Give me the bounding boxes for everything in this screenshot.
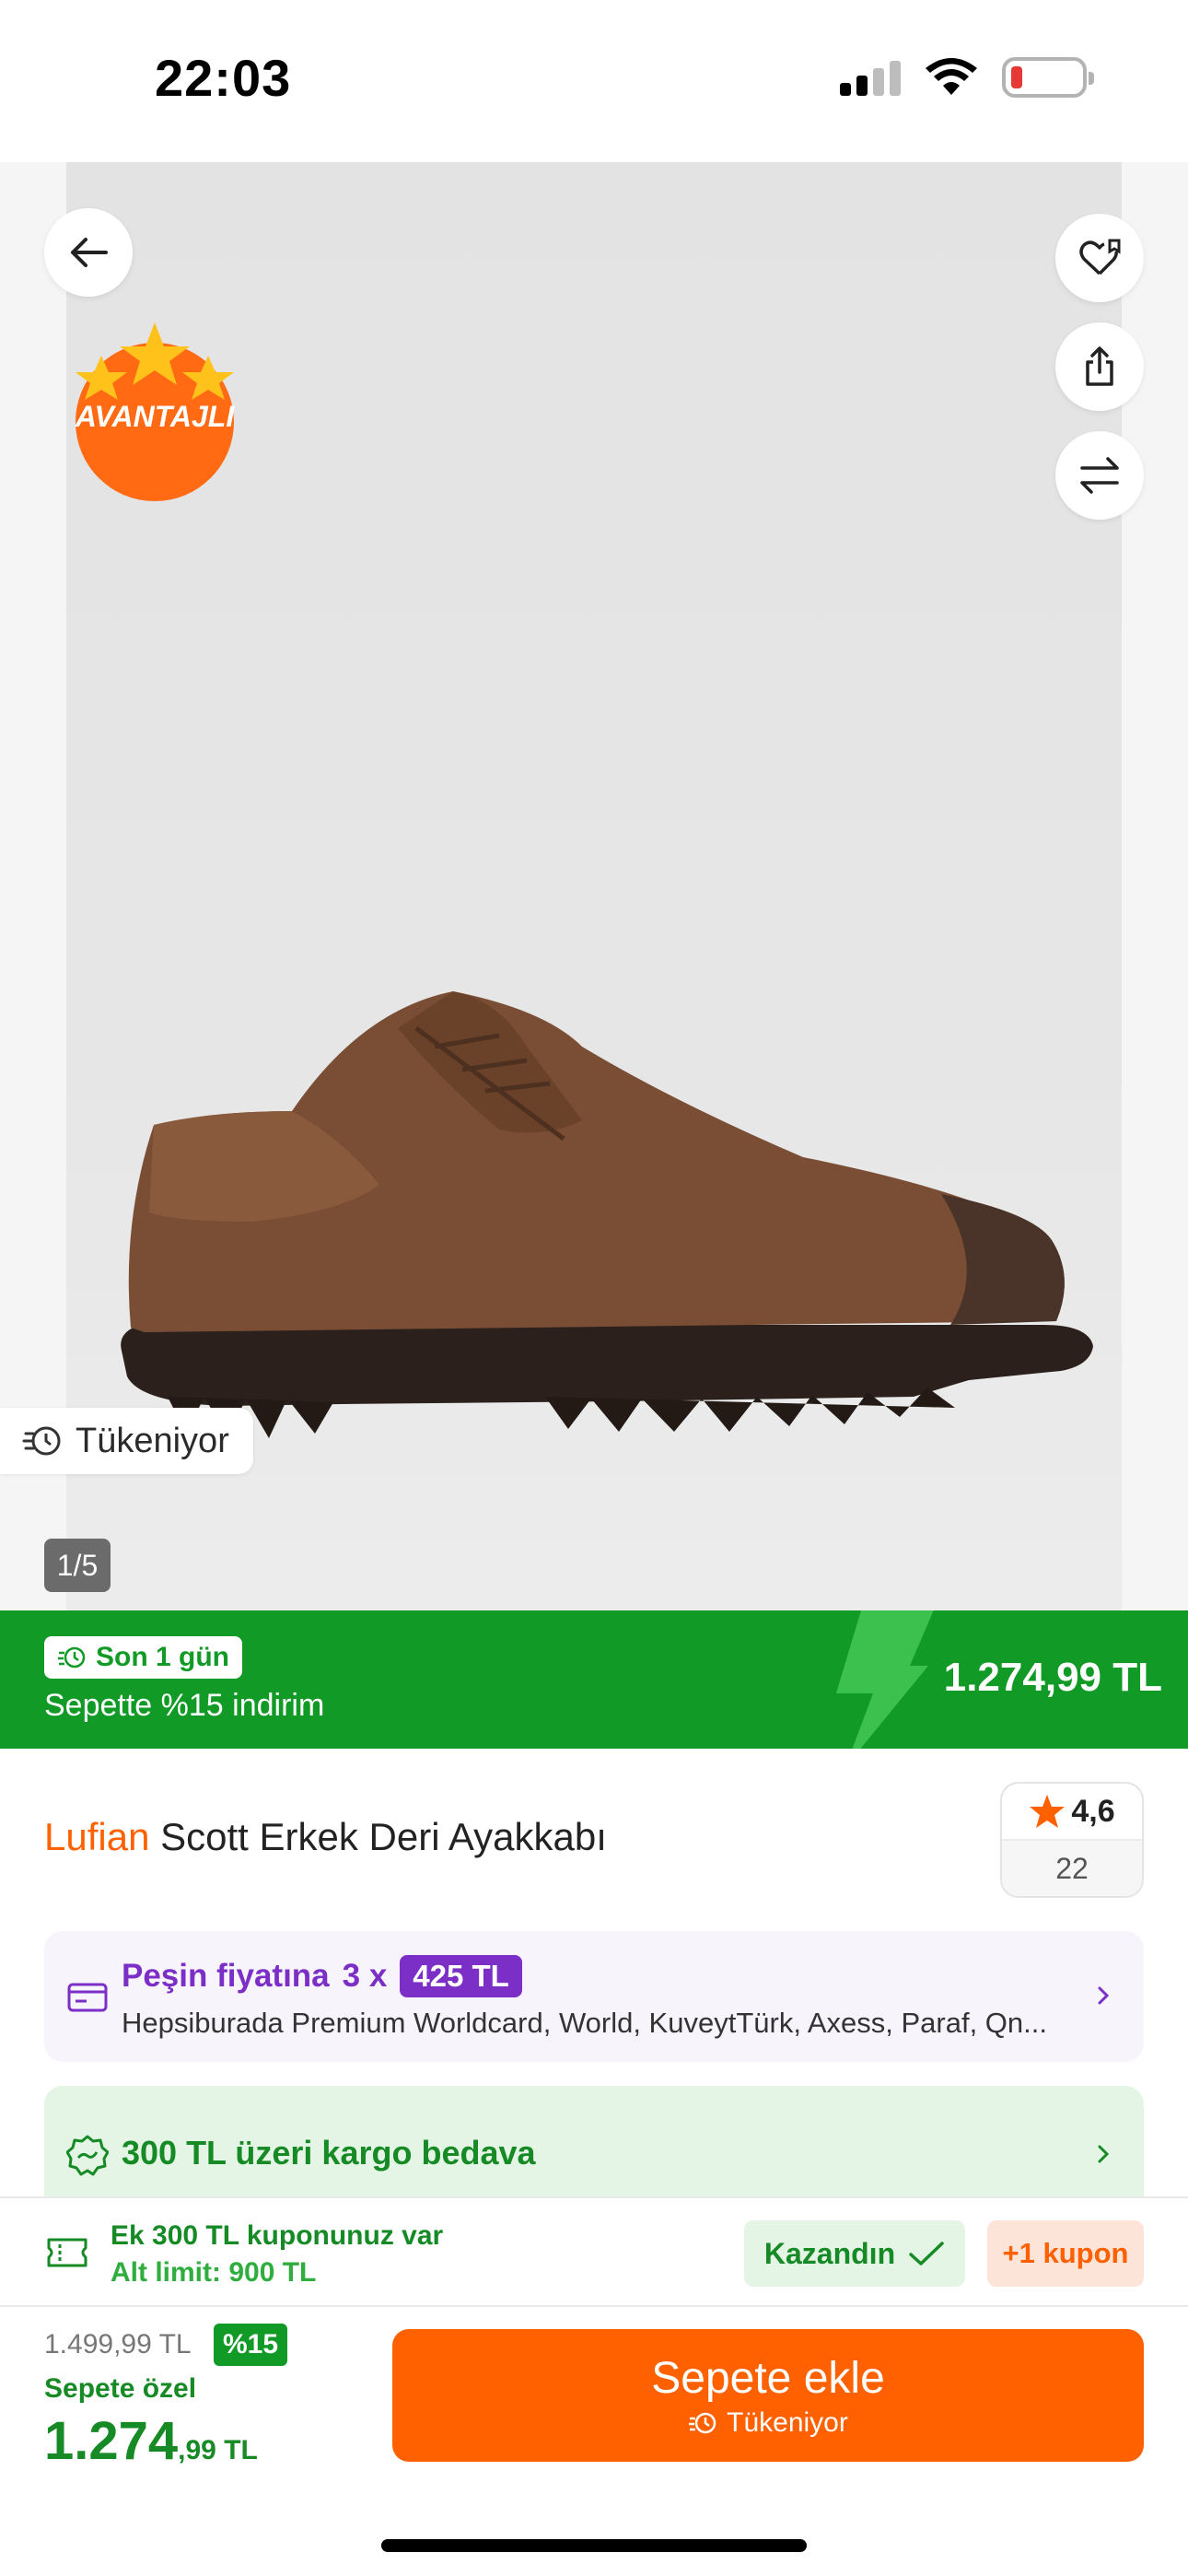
final-price-decimal: ,99 TL — [178, 2435, 258, 2465]
product-brand[interactable]: Lufian — [44, 1815, 149, 1858]
installment-multiplier: 3 x — [342, 1958, 388, 1994]
back-arrow-icon — [71, 238, 108, 267]
promo-subtitle: Sepette %15 indirim — [44, 1688, 325, 1723]
credit-card-icon — [67, 1983, 108, 2012]
installment-offer: Peşin fiyatına 3 x 425 TL — [122, 1955, 522, 1997]
rating-value: 4,6 — [1071, 1793, 1115, 1829]
compare-button[interactable] — [1055, 431, 1144, 520]
promo-price: 1.274,99 TL — [943, 1655, 1162, 1700]
product-name: Scott Erkek Deri Ayakkabı — [160, 1815, 607, 1858]
coupon-won-button[interactable]: Kazandın — [744, 2220, 965, 2287]
chevron-right-icon — [1098, 1986, 1110, 2005]
installment-banks: Hepsiburada Premium Worldcard, World, Ku… — [122, 2007, 1048, 2039]
add-to-cart-sublabel: Tükeniyor — [688, 2407, 848, 2439]
final-price: 1.274 ,99 TL — [44, 2410, 258, 2472]
coupon-min-limit: Alt limit: 900 TL — [111, 2257, 317, 2288]
final-price-main: 1.274 — [44, 2411, 179, 2471]
coupon-strip[interactable]: Ek 300 TL kuponunuz var Alt limit: 900 T… — [0, 2196, 1188, 2307]
add-to-cart-label: Sepete ekle — [651, 2353, 885, 2403]
hurry-clock-icon — [22, 1426, 61, 1456]
promo-countdown-chip: Son 1 gün — [44, 1636, 242, 1679]
add-to-cart-button[interactable]: Sepete ekle Tükeniyor — [392, 2329, 1144, 2462]
free-shipping-label: 300 TL üzeri kargo bedava — [122, 2134, 536, 2172]
cellular-signal-icon — [840, 59, 901, 96]
avantajli-badge: AVANTAJLI — [66, 319, 243, 503]
chevron-right-icon — [1098, 2145, 1110, 2163]
promo-countdown-label: Son 1 gün — [96, 1642, 229, 1672]
review-count: 22 — [1002, 1841, 1142, 1896]
coupon-ticket-icon — [47, 2238, 87, 2267]
hurry-clock-icon — [689, 2412, 716, 2433]
promo-banner: Son 1 gün Sepette %15 indirim 1.274,99 T… — [0, 1610, 1188, 1749]
product-title: Lufian Scott Erkek Deri Ayakkabı — [44, 1815, 607, 1859]
installment-prefix: Peşin fiyatına — [122, 1958, 330, 1994]
more-coupons-button[interactable]: +1 kupon — [987, 2220, 1144, 2287]
checkmark-icon — [909, 2242, 944, 2266]
compare-icon — [1080, 457, 1119, 494]
star-icon — [1030, 1795, 1066, 1828]
add-to-cart-stock-label: Tükeniyor — [727, 2406, 848, 2438]
back-button[interactable] — [44, 208, 133, 297]
stock-warning-chip: Tükeniyor — [0, 1408, 253, 1474]
stock-warning-label: Tükeniyor — [76, 1421, 229, 1460]
favorite-list-button[interactable] — [1055, 214, 1144, 302]
rating-box[interactable]: 4,6 22 — [1000, 1782, 1144, 1898]
status-bar: 22:03 — [0, 0, 1188, 162]
installment-amount: 425 TL — [400, 1955, 522, 1997]
product-gallery[interactable]: AVANTAJLI Tükeniyor 1/5 — [0, 162, 1188, 1610]
timer-icon — [58, 1646, 86, 1669]
avantajli-label: AVANTAJLI — [75, 400, 235, 433]
status-icons — [840, 57, 1094, 98]
battery-icon — [1002, 57, 1094, 98]
share-button[interactable] — [1055, 322, 1144, 411]
old-price: 1.499,99 TL — [44, 2329, 192, 2359]
coupon-won-label: Kazandın — [763, 2236, 896, 2270]
lightning-icon — [836, 1610, 934, 1749]
heart-list-icon — [1079, 239, 1121, 275]
cart-special-label: Sepete özel — [44, 2373, 197, 2404]
purchase-bar: 1.499,99 TL %15 Sepete özel 1.274 ,99 TL… — [0, 2307, 1188, 2576]
discount-badge: %15 — [214, 2324, 288, 2366]
installment-card[interactable]: Peşin fiyatına 3 x 425 TL Hepsiburada Pr… — [44, 1931, 1144, 2062]
share-icon — [1086, 346, 1113, 386]
home-indicator[interactable] — [381, 2539, 807, 2552]
shipping-badge-icon — [66, 2135, 109, 2176]
wifi-icon — [926, 58, 977, 95]
coupon-title: Ek 300 TL kuponunuz var — [111, 2220, 444, 2251]
status-time: 22:03 — [155, 49, 292, 107]
image-page-indicator: 1/5 — [44, 1539, 111, 1592]
